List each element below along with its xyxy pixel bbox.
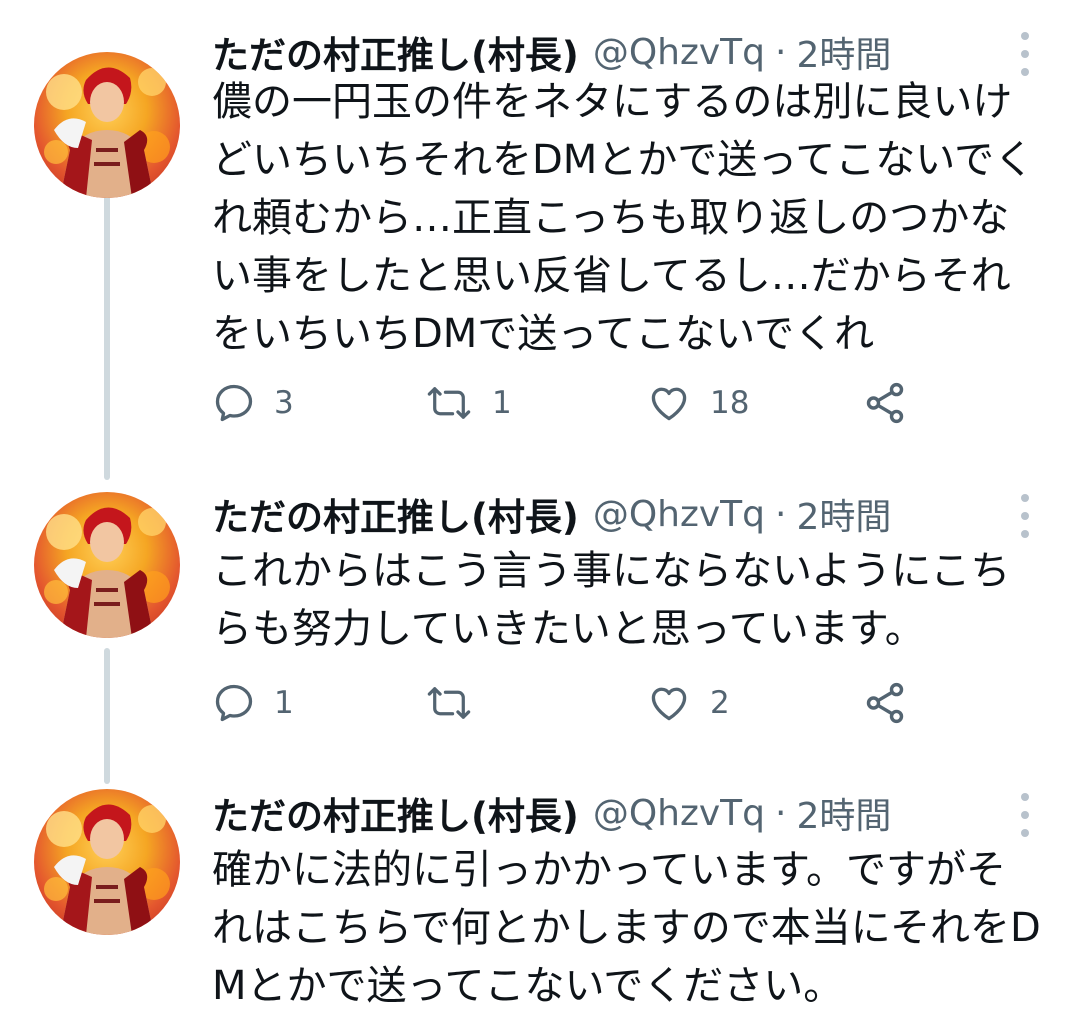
retweet-button[interactable] xyxy=(424,678,492,728)
tweet-header: ただの村正推し(村長) @QhzvTq · 2時間 xyxy=(212,488,891,540)
separator-dot: · xyxy=(775,792,787,834)
user-handle[interactable]: @QhzvTq xyxy=(593,494,765,535)
avatar-image xyxy=(44,67,170,198)
avatar[interactable] xyxy=(34,789,180,935)
separator-dot: · xyxy=(775,31,787,73)
share-button[interactable] xyxy=(862,378,908,428)
more-vertical-icon[interactable] xyxy=(1016,793,1034,837)
retweet-icon xyxy=(427,387,471,419)
like-count: 2 xyxy=(710,685,730,721)
like-button[interactable]: 18 xyxy=(646,378,749,428)
heart-icon xyxy=(651,387,687,421)
timestamp[interactable]: 2時間 xyxy=(796,26,891,78)
reply-icon xyxy=(215,384,253,422)
avatar-image xyxy=(44,507,170,638)
display-name[interactable]: ただの村正推し(村長) xyxy=(212,25,579,79)
timestamp[interactable]: 2時間 xyxy=(796,488,891,540)
share-icon xyxy=(866,682,904,724)
avatar[interactable] xyxy=(34,492,180,638)
reply-count: 1 xyxy=(274,685,294,721)
reply-button[interactable]: 3 xyxy=(212,378,294,428)
tweet-actions: 1 2 xyxy=(212,678,932,728)
timestamp[interactable]: 2時間 xyxy=(796,787,891,839)
thread-connector-1 xyxy=(104,180,110,480)
tweet-header: ただの村正推し(村長) @QhzvTq · 2時間 xyxy=(212,787,891,839)
tweet-text: これからはこう言う事にならないようにこちらも努力していきたいと思っています。 xyxy=(212,548,1011,652)
like-count: 18 xyxy=(710,385,750,421)
retweet-count: 1 xyxy=(492,385,512,421)
tweet-text: 確かに法的に引っかかっています。ですがそれはこちらで何とかしますので本当にそれを… xyxy=(212,847,1041,1009)
heart-icon xyxy=(651,687,687,721)
reply-button[interactable]: 1 xyxy=(212,678,294,728)
reply-count: 3 xyxy=(274,385,294,421)
more-vertical-icon[interactable] xyxy=(1016,32,1034,76)
retweet-button[interactable]: 1 xyxy=(424,378,512,428)
thread-connector-2 xyxy=(104,648,110,784)
tweet-actions: 3 1 18 xyxy=(212,378,932,428)
tweet-text: 儂の一円玉の件をネタにするのは別に良いけどいちいちそれをDMとかで送ってこないで… xyxy=(212,79,1035,357)
avatar-image xyxy=(44,804,170,935)
user-handle[interactable]: @QhzvTq xyxy=(593,793,765,834)
separator-dot: · xyxy=(775,493,787,535)
avatar[interactable] xyxy=(34,52,180,198)
reply-icon xyxy=(215,684,253,722)
user-handle[interactable]: @QhzvTq xyxy=(593,32,765,73)
retweet-icon xyxy=(427,687,471,719)
tweet-header: ただの村正推し(村長) @QhzvTq · 2時間 xyxy=(212,26,891,78)
display-name[interactable]: ただの村正推し(村長) xyxy=(212,487,579,541)
more-vertical-icon[interactable] xyxy=(1016,494,1034,538)
share-icon xyxy=(866,382,904,424)
display-name[interactable]: ただの村正推し(村長) xyxy=(212,786,579,840)
share-button[interactable] xyxy=(862,678,908,728)
like-button[interactable]: 2 xyxy=(646,678,730,728)
